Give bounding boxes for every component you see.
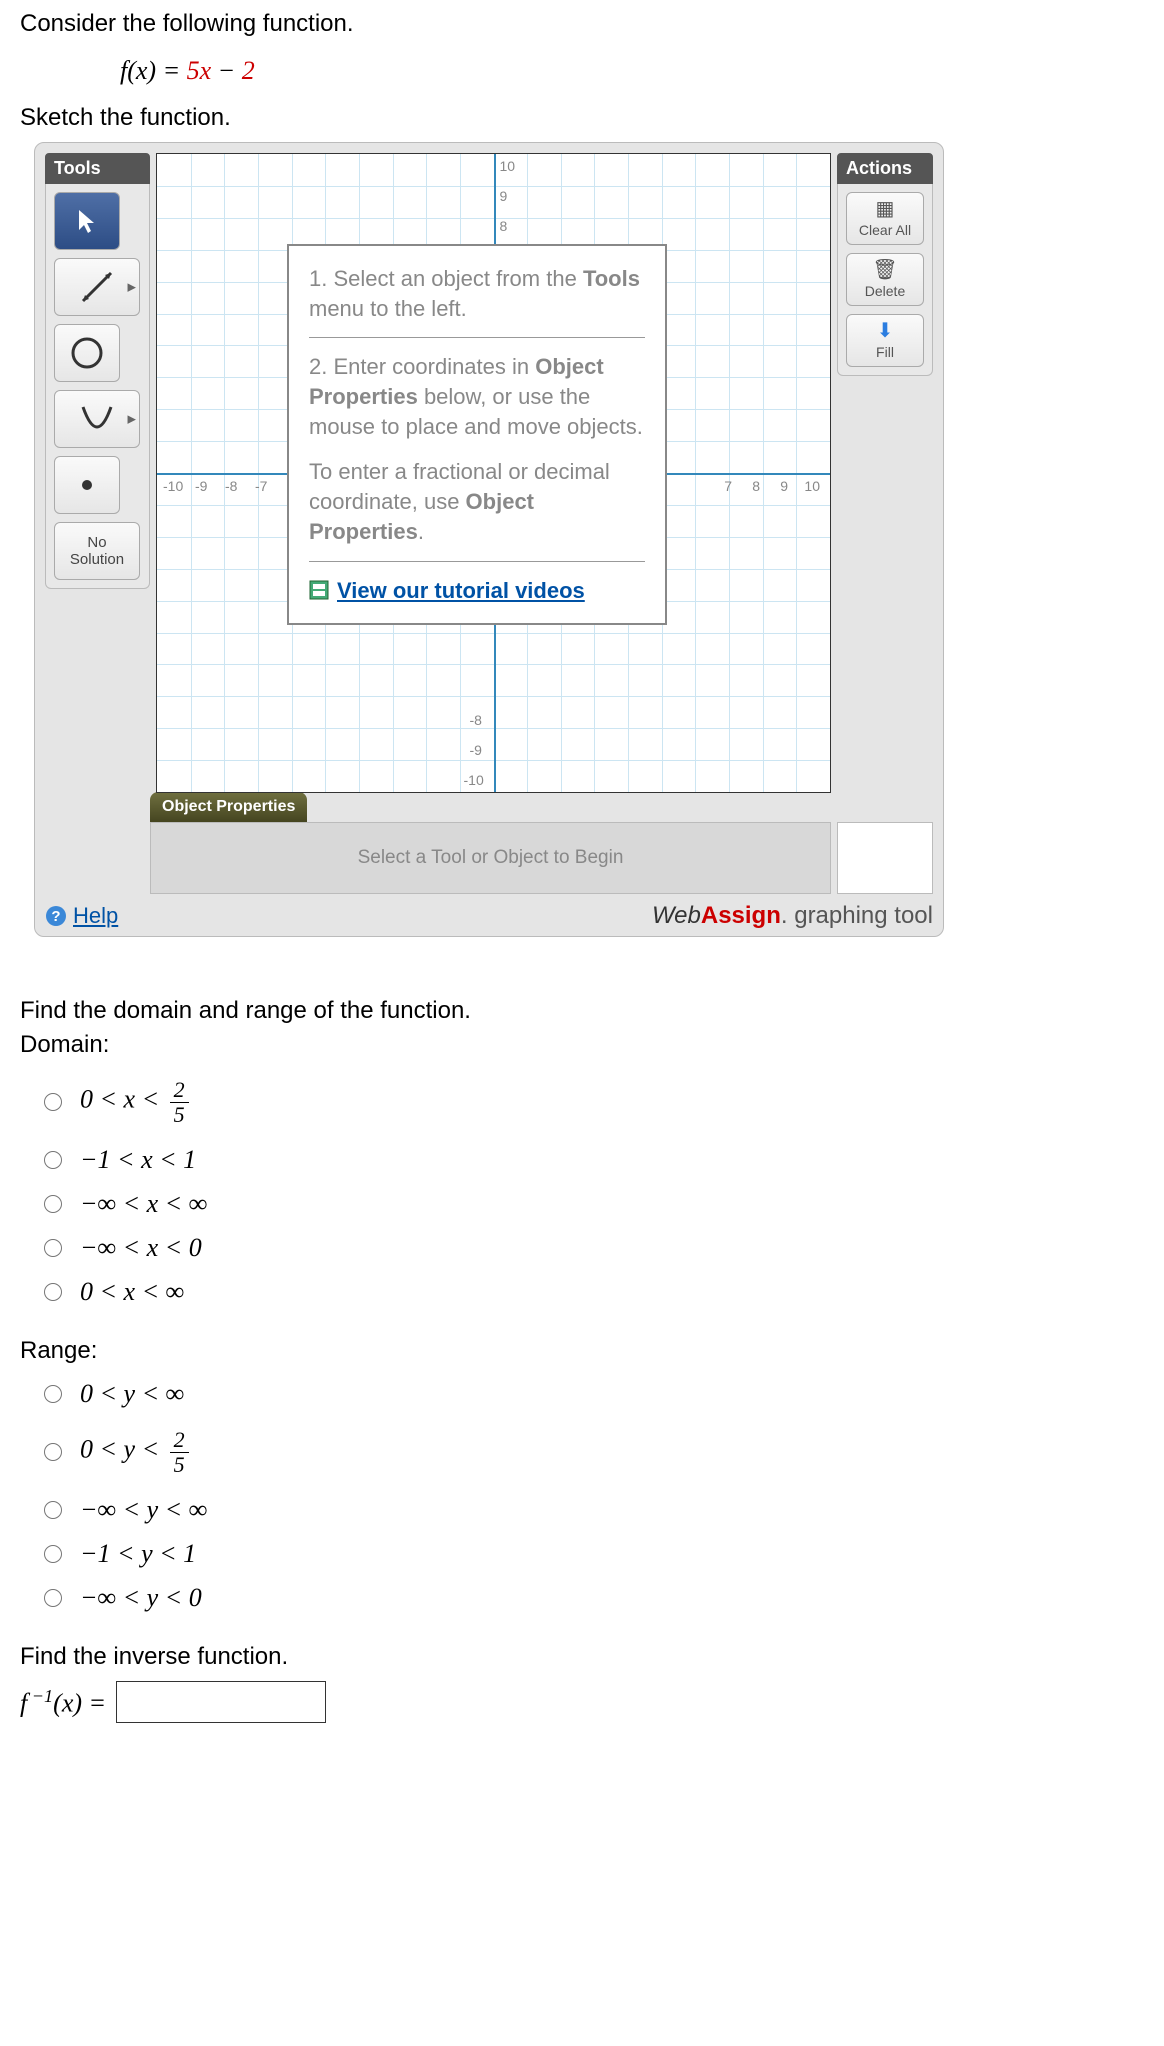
actions-panel: Actions ▦ Clear All 🗑 Delete ⬇ Fill [837, 153, 933, 793]
instr-1b: Tools [583, 266, 640, 291]
help-icon: ? [45, 905, 67, 927]
fill-button[interactable]: ⬇ Fill [846, 314, 924, 367]
delete-button[interactable]: 🗑 Delete [846, 253, 924, 306]
parabola-tool[interactable]: ▶ [54, 390, 140, 448]
inverse-lhs: f −1(x) = [20, 1686, 106, 1719]
fill-icon: ⬇ [877, 321, 894, 341]
ytick: 9 [500, 188, 508, 204]
pointer-tool[interactable] [54, 192, 120, 250]
tutorial-text: View our tutorial videos [337, 576, 585, 606]
fill-label: Fill [876, 344, 894, 360]
no-solution-button[interactable]: No Solution [54, 522, 140, 580]
ytick: -9 [470, 742, 482, 758]
domain-radio-2[interactable] [44, 1151, 62, 1169]
instr-3c: . [418, 519, 424, 544]
xtick: 10 [804, 478, 820, 494]
sketch-prompt: Sketch the function. [20, 104, 1144, 132]
func-2: 2 [242, 56, 255, 85]
range-radio-1[interactable] [44, 1385, 62, 1403]
range-radio-4[interactable] [44, 1545, 62, 1563]
func-lhs: f(x) = [120, 56, 187, 85]
ytick: 8 [500, 218, 508, 234]
tools-header: Tools [45, 153, 150, 184]
tutorial-link[interactable]: View our tutorial videos [309, 576, 645, 606]
ytick: -8 [470, 712, 482, 728]
graphing-tool: Tools ▶ ▶ No Solutio [34, 142, 944, 937]
brand-suffix: graphing tool [788, 902, 933, 929]
range-opt-2[interactable]: 0 < y < 25 [44, 1423, 1144, 1481]
range-opt-4[interactable]: −1 < y < 1 [44, 1539, 1144, 1569]
line-tool[interactable]: ▶ [54, 258, 140, 316]
domain-radio-4[interactable] [44, 1239, 62, 1257]
domain-opt-1[interactable]: 0 < x < 25 [44, 1073, 1144, 1131]
brand: WebAssign. graphing tool [652, 902, 933, 930]
film-icon [309, 580, 329, 600]
xtick: 9 [780, 478, 788, 494]
help-link[interactable]: ? Help [45, 903, 118, 929]
trash-icon: 🗑 [872, 260, 897, 280]
range-radio-5[interactable] [44, 1589, 62, 1607]
delete-label: Delete [865, 283, 905, 299]
clear-all-label: Clear All [859, 222, 911, 238]
domain-opt-2[interactable]: −1 < x < 1 [44, 1145, 1144, 1175]
inverse-prompt: Find the inverse function. [20, 1643, 1144, 1671]
clear-all-icon: ▦ [876, 199, 895, 219]
range-radio-2[interactable] [44, 1443, 62, 1461]
clear-all-button[interactable]: ▦ Clear All [846, 192, 924, 245]
range-label: Range: [20, 1337, 1144, 1365]
graph-canvas[interactable]: // grid drawn via JS below after data lo… [156, 153, 831, 793]
domain-radio-5[interactable] [44, 1283, 62, 1301]
tools-panel: Tools ▶ ▶ No Solutio [45, 153, 150, 793]
instr-3a: To enter a fractional or decimal coordin… [309, 459, 610, 514]
range-opt-3[interactable]: −∞ < y < ∞ [44, 1495, 1144, 1525]
domain-range-prompt: Find the domain and range of the functio… [20, 997, 1144, 1025]
intro-text: Consider the following function. [20, 10, 1144, 38]
ytick: -10 [464, 772, 484, 788]
domain-opt-3[interactable]: −∞ < x < ∞ [44, 1189, 1144, 1219]
xtick: -10 [163, 478, 183, 494]
function-definition: f(x) = 5x − 2 [120, 56, 1144, 86]
instr-1a: 1. Select an object from the [309, 266, 583, 291]
actions-header: Actions [837, 153, 933, 184]
instr-1c: menu to the left. [309, 296, 467, 321]
xtick: 7 [724, 478, 732, 494]
range-opt-1[interactable]: 0 < y < ∞ [44, 1379, 1144, 1409]
domain-radio-3[interactable] [44, 1195, 62, 1213]
domain-options: 0 < x < 25 −1 < x < 1 −∞ < x < ∞ −∞ < x … [44, 1073, 1144, 1307]
range-options: 0 < y < ∞ 0 < y < 25 −∞ < y < ∞ −1 < y <… [44, 1379, 1144, 1613]
inverse-answer-input[interactable] [116, 1681, 326, 1723]
circle-tool[interactable] [54, 324, 120, 382]
object-properties-side [837, 822, 933, 894]
point-tool[interactable] [54, 456, 120, 514]
xtick: -9 [195, 478, 207, 494]
svg-text:?: ? [51, 908, 60, 925]
range-radio-3[interactable] [44, 1501, 62, 1519]
xtick: -7 [255, 478, 267, 494]
domain-opt-5[interactable]: 0 < x < ∞ [44, 1277, 1144, 1307]
instruction-overlay: 1. Select an object from the Tools menu … [287, 244, 667, 625]
xtick: -8 [225, 478, 237, 494]
object-properties-tab[interactable]: Object Properties [150, 792, 307, 822]
xtick: 8 [752, 478, 760, 494]
instr-2a: 2. Enter coordinates in [309, 354, 535, 379]
func-minus: − [211, 56, 242, 85]
domain-radio-1[interactable] [44, 1093, 62, 1111]
range-opt-5[interactable]: −∞ < y < 0 [44, 1583, 1144, 1613]
ytick: 10 [500, 158, 516, 174]
domain-opt-4[interactable]: −∞ < x < 0 [44, 1233, 1144, 1263]
func-5x: 5x [187, 56, 212, 85]
domain-label: Domain: [20, 1031, 1144, 1059]
help-text: Help [73, 903, 118, 929]
object-properties-placeholder: Select a Tool or Object to Begin [150, 822, 831, 894]
